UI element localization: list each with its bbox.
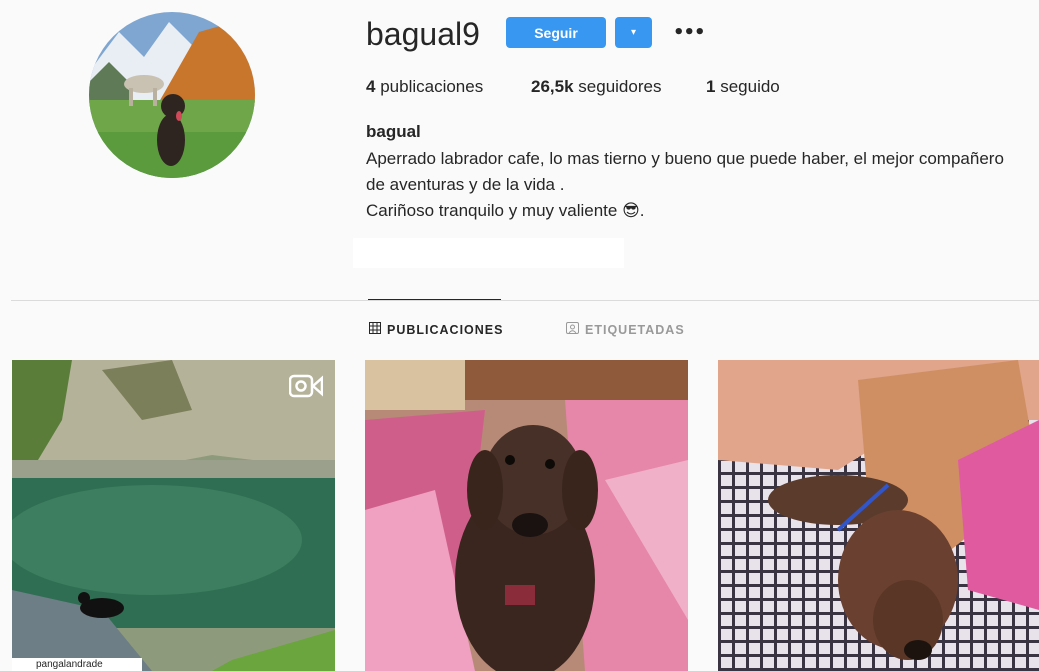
- stat-count: 26,5k: [531, 77, 574, 96]
- profile-avatar: [89, 12, 255, 178]
- profile-bio: Aperrado labrador cafe, lo mas tierno y …: [366, 146, 1036, 224]
- following-link[interactable]: 1 seguido: [706, 77, 780, 97]
- post-thumbnail[interactable]: pangalandrade: [12, 360, 335, 671]
- grid-icon: [369, 322, 381, 337]
- tab-label: PUBLICACIONES: [387, 322, 504, 337]
- bio-line: de aventuras y de la vida .: [366, 175, 565, 194]
- follow-button[interactable]: Seguir: [506, 17, 606, 48]
- stat-label: publicaciones: [380, 77, 484, 96]
- stat-count: 1: [706, 77, 716, 96]
- stat-label: seguido: [720, 77, 780, 96]
- profile-username: bagual9: [366, 16, 480, 52]
- tabs-divider: [11, 300, 1039, 301]
- repost-attribution: pangalandrade: [36, 659, 103, 670]
- post-thumbnail[interactable]: [365, 360, 688, 671]
- posts-count-stat: 4 publicaciones: [366, 77, 483, 97]
- tab-posts[interactable]: PUBLICACIONES: [369, 322, 503, 337]
- tab-tagged[interactable]: ETIQUETADAS: [566, 322, 685, 337]
- stat-count: 4: [366, 77, 376, 96]
- profile-full-name: bagual: [366, 122, 421, 141]
- post-thumbnail[interactable]: [718, 360, 1039, 671]
- more-options-button[interactable]: •••: [667, 18, 706, 46]
- bio-line: Aperrado labrador cafe, lo mas tierno y …: [366, 149, 1004, 168]
- followers-link[interactable]: 26,5k seguidores: [531, 77, 661, 97]
- redacted-link-area: [353, 238, 624, 268]
- tab-label: ETIQUETADAS: [585, 322, 685, 337]
- video-icon: [289, 374, 323, 398]
- tagged-person-icon: [566, 322, 579, 337]
- stat-label: seguidores: [578, 77, 662, 96]
- suggestions-dropdown-button[interactable]: ▾: [615, 17, 652, 48]
- active-tab-indicator: [368, 299, 501, 300]
- ellipsis-icon: •••: [673, 21, 706, 43]
- bio-line: Cariñoso tranquilo y muy valiente 😎.: [366, 201, 645, 220]
- caret-down-icon: ▾: [630, 27, 637, 38]
